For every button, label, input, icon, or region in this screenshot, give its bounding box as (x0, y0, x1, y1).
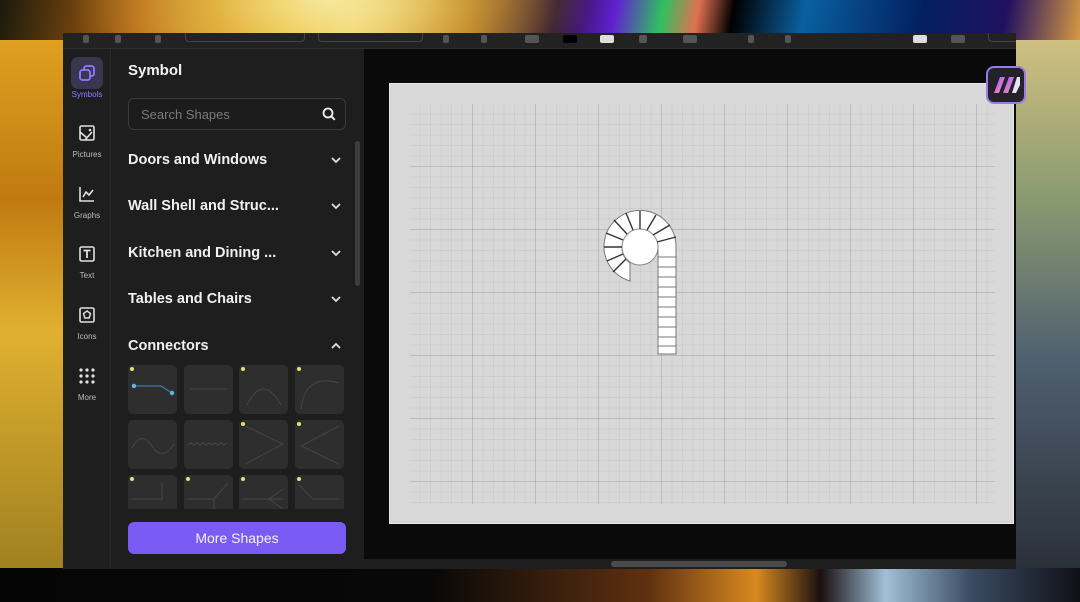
rail-label: Symbols (71, 90, 103, 99)
category-kitchen-dining[interactable]: Kitchen and Dining ... (128, 238, 342, 268)
symbol-panel: Symbol Doors and Windows Wall Shell and … (112, 49, 364, 569)
right-angle-connector-icon (132, 483, 163, 500)
curved-connector-icon (300, 380, 340, 410)
wallpaper-bottom (0, 568, 1080, 602)
search-box (128, 98, 346, 130)
right-angle-connector-tile[interactable] (128, 475, 177, 509)
straight-connector-icon (190, 388, 227, 390)
toolbar-button[interactable] (481, 35, 487, 43)
category-wall-shell[interactable]: Wall Shell and Struc... (128, 191, 342, 221)
rail-label: More (77, 393, 97, 402)
curved-connector-tile[interactable] (295, 365, 344, 414)
wave-connector-icon (131, 438, 175, 454)
toolbar-button[interactable] (115, 35, 121, 43)
chevron-down-icon (330, 244, 342, 262)
category-connectors[interactable]: Connectors (128, 331, 342, 361)
left-rail: Symbols Pictures Graphs Text Icons More (63, 49, 111, 569)
toolbar-button[interactable] (951, 35, 965, 43)
arrow-connector-tile[interactable] (239, 475, 288, 509)
angle-connector-icon (244, 425, 285, 465)
reverse-angle-connector-icon (299, 425, 340, 465)
ai-logo-icon (994, 77, 1020, 93)
arc-connector-tile[interactable] (239, 365, 288, 414)
toolbar-button[interactable] (683, 35, 697, 43)
rail-label: Icons (77, 332, 97, 341)
category-label: Doors and Windows (128, 152, 268, 168)
rail-item-pictures[interactable]: Pictures (63, 117, 111, 171)
connector-grid (128, 365, 346, 509)
rail-item-text[interactable]: Text (63, 238, 111, 292)
branch-connector-tile[interactable] (184, 475, 233, 509)
chevron-down-icon (330, 151, 342, 169)
wallpaper-right (1016, 40, 1080, 570)
rail-item-symbols[interactable]: Symbols (63, 57, 111, 111)
bent-connector-tile[interactable] (295, 475, 344, 509)
arrow-connector-icon (243, 488, 284, 509)
category-label: Tables and Chairs (128, 291, 252, 307)
reverse-angle-connector-tile[interactable] (295, 420, 344, 469)
canvas-workspace (364, 49, 1016, 559)
straight-connector-tile[interactable] (184, 365, 233, 414)
toolbar-button[interactable] (748, 35, 754, 43)
category-label: Connectors (128, 338, 209, 354)
rail-item-more[interactable]: More (63, 360, 111, 414)
rail-label: Graphs (73, 211, 101, 220)
toolbar-button[interactable] (639, 35, 647, 43)
more-shapes-button[interactable]: More Shapes (128, 522, 346, 554)
horizontal-scrollbar-thumb[interactable] (611, 561, 787, 567)
wave-connector-tile[interactable] (128, 420, 177, 469)
rail-item-graphs[interactable]: Graphs (63, 178, 111, 232)
category-doors-and-windows[interactable]: Doors and Windows (128, 145, 342, 175)
arc-connector-icon (246, 388, 282, 406)
font-size-select[interactable] (318, 33, 423, 42)
toolbar-dropdown[interactable] (988, 33, 1016, 42)
spiral-staircase-shape[interactable] (600, 209, 680, 359)
pictures-icon (71, 117, 103, 149)
bent-connector-icon (298, 484, 339, 500)
angle-connector-tile[interactable] (239, 420, 288, 469)
elbow-connector-icon (131, 383, 175, 396)
search-input[interactable] (141, 99, 316, 129)
text-icon (71, 238, 103, 270)
chevron-up-icon (330, 337, 342, 355)
rail-label: Pictures (72, 150, 102, 159)
toolbar-button[interactable] (525, 35, 539, 43)
graphs-icon (71, 178, 103, 210)
category-label: Wall Shell and Struc... (128, 198, 279, 214)
wallpaper-left (0, 40, 64, 570)
chevron-down-icon (330, 290, 342, 308)
app-window: Symbols Pictures Graphs Text Icons More … (63, 33, 1016, 569)
more-grid-icon (71, 360, 103, 392)
category-tables-chairs[interactable]: Tables and Chairs (128, 284, 342, 314)
drawing-canvas[interactable] (389, 83, 1014, 524)
icons-icon (71, 299, 103, 331)
zigzag-connector-tile[interactable] (184, 420, 233, 469)
rail-label: Text (79, 271, 95, 280)
color-swatch[interactable] (563, 35, 577, 43)
horizontal-scrollbar (364, 559, 1016, 569)
font-select[interactable] (185, 33, 305, 42)
canvas-grid (410, 104, 995, 504)
toolbar-button[interactable] (600, 35, 614, 43)
zigzag-connector-icon (187, 442, 228, 446)
branch-connector-icon (188, 482, 229, 509)
rail-item-icons[interactable]: Icons (63, 299, 111, 353)
ai-assistant-button[interactable] (986, 66, 1026, 104)
symbols-icon (71, 57, 103, 89)
search-icon[interactable] (322, 107, 336, 126)
toolbar-button[interactable] (785, 35, 791, 43)
category-label: Kitchen and Dining ... (128, 245, 277, 261)
panel-scrollbar[interactable] (355, 141, 360, 286)
toolbar-button[interactable] (155, 35, 161, 43)
toolbar-button[interactable] (83, 35, 89, 43)
panel-title: Symbol (128, 62, 183, 79)
toolbar (63, 33, 1016, 49)
elbow-connector-tile[interactable] (128, 365, 177, 414)
chevron-down-icon (330, 197, 342, 215)
toolbar-button[interactable] (913, 35, 927, 43)
toolbar-button[interactable] (443, 35, 449, 43)
